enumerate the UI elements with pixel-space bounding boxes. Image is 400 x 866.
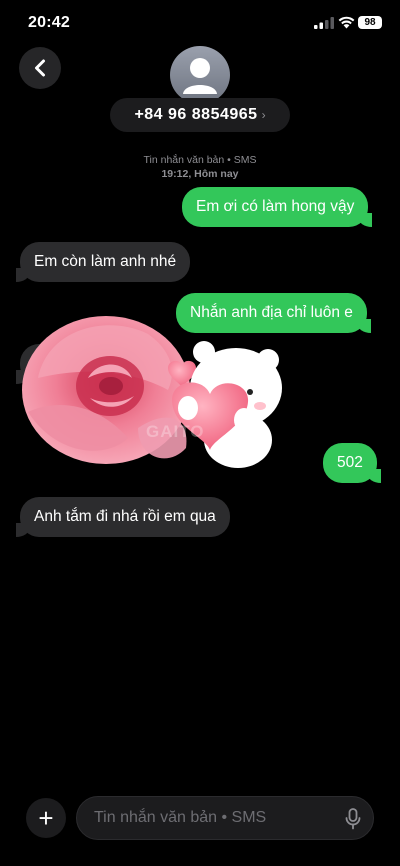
message-input[interactable]: Tin nhắn văn bản • SMS xyxy=(76,796,374,840)
conversation-meta: Tin nhắn văn bản • SMS 19:12, Hôm nay xyxy=(0,153,400,181)
message-bubble-incoming[interactable]: Em còn làm anh nhé xyxy=(15,242,191,282)
message-bubble-incoming[interactable]: Anh tắm đi nhá rồi em qua xyxy=(16,497,230,537)
status-time: 20:42 xyxy=(28,14,70,31)
contact-avatar[interactable] xyxy=(170,46,230,104)
battery-indicator: 98 xyxy=(358,16,382,29)
contact-name-button[interactable]: +84 96 8854965 › xyxy=(110,98,290,132)
chevron-left-icon xyxy=(35,59,45,77)
back-button[interactable] xyxy=(19,47,61,89)
wifi-icon xyxy=(338,16,355,29)
message-input-placeholder: Tin nhắn văn bản • SMS xyxy=(94,809,267,826)
add-attachment-button[interactable]: + xyxy=(26,798,66,838)
service-label: Tin nhắn văn bản • SMS xyxy=(143,154,257,166)
contact-number: +84 96 8854965 xyxy=(134,106,258,123)
message-bubble-outgoing[interactable]: Em ơi có làm hong vậy xyxy=(182,187,373,227)
sticker-watermark: GAITO xyxy=(146,422,205,441)
microphone-icon[interactable] xyxy=(345,808,361,830)
message-bubble-outgoing[interactable]: 502 xyxy=(323,443,381,483)
sticker-overlay[interactable] xyxy=(18,308,290,474)
cellular-signal-icon xyxy=(314,17,334,29)
status-bar: 20:42 98 xyxy=(0,0,400,46)
timestamp: 19:12, Hôm nay xyxy=(161,168,239,180)
person-icon xyxy=(183,58,217,94)
message-composer: + Tin nhắn văn bản • SMS xyxy=(0,790,400,850)
chevron-right-icon: › xyxy=(261,108,266,122)
